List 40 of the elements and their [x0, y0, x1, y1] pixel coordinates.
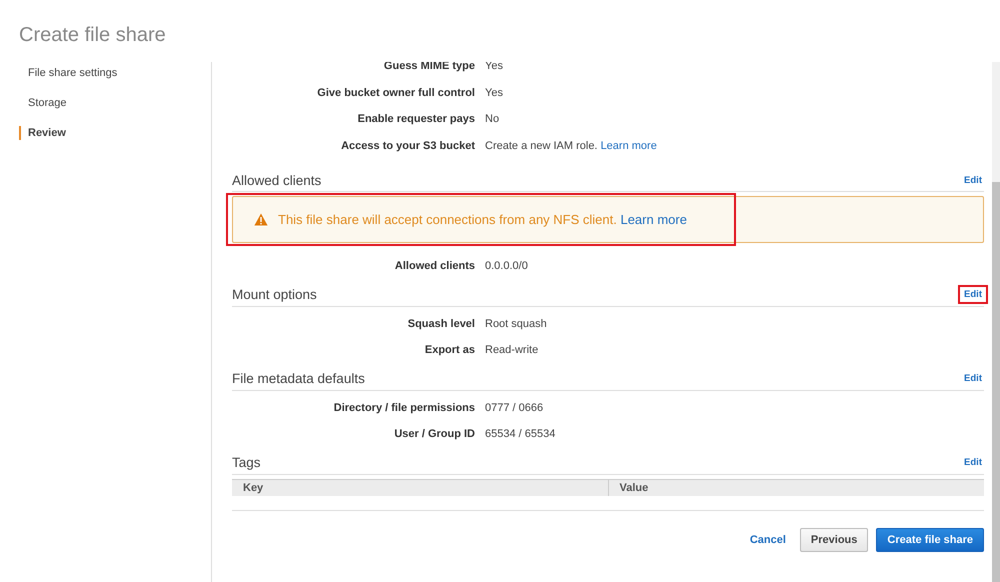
field-label: Squash level [406, 318, 476, 330]
step-link[interactable]: Storage [19, 96, 211, 126]
field-value: Root squash [485, 318, 547, 330]
edit-link[interactable]: Edit [958, 285, 988, 304]
field-value: Create a new IAM role. [485, 140, 598, 152]
field-label: Allowed clients [394, 260, 476, 272]
section-heading: File metadata defaults [232, 371, 365, 386]
learn-more-link[interactable]: Learn more [620, 212, 687, 227]
create-button[interactable]: Create file share [876, 528, 984, 552]
column-header: Value [608, 480, 984, 496]
learn-more-link[interactable]: Learn more [600, 140, 657, 152]
step-link[interactable]: File share settings [19, 66, 211, 96]
field-value: Yes [485, 86, 503, 99]
section-heading: Mount options [232, 287, 317, 302]
field-value: Yes [485, 62, 503, 72]
field-label: Directory / file permissions [332, 402, 476, 414]
scrollbar[interactable] [992, 62, 1000, 582]
scrollbar-thumb[interactable] [992, 182, 1000, 582]
field-value: 65534 / 65534 [485, 428, 556, 440]
previous-button[interactable]: Previous [800, 528, 868, 552]
field-label: Enable requester pays [356, 113, 476, 126]
edit-link[interactable]: Edit [958, 369, 988, 388]
field-label: User / Group ID [393, 428, 476, 440]
warning-icon [254, 213, 268, 226]
section-heading: Allowed clients [232, 172, 322, 188]
step-link[interactable]: Review [19, 126, 211, 140]
field-value: No [485, 113, 500, 126]
column-header: Key [242, 480, 264, 496]
warning-message: This file share will accept connections from any NFS client. Learn more [278, 212, 687, 227]
page-title: Create file share [19, 24, 167, 48]
edit-link[interactable]: Edit [958, 170, 988, 190]
field-value: 0.0.0.0/0 [485, 260, 528, 272]
field-value: 0777 / 0666 [485, 402, 544, 414]
field-label: Access to your S3 bucket [340, 140, 476, 152]
cancel-link[interactable]: Cancel [744, 528, 792, 552]
field-label: Give bucket owner full control [316, 86, 476, 99]
field-value: Read-write [485, 344, 538, 356]
edit-link[interactable]: Edit [958, 453, 988, 472]
field-label: Export as [424, 344, 476, 356]
section-heading: Tags [232, 455, 261, 470]
